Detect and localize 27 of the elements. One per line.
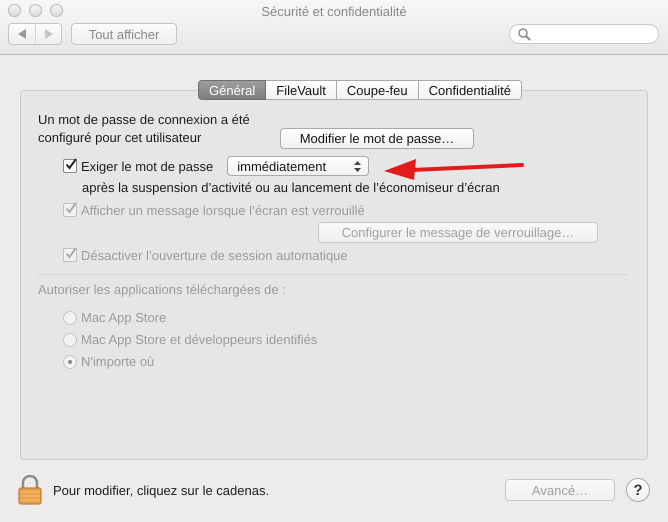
delay-dropdown[interactable]: immédiatement — [227, 156, 370, 176]
checkbox-label: Exiger le mot de passe — [81, 158, 214, 174]
tab[interactable]: Confidentialité — [418, 80, 522, 100]
padlock-icon[interactable] — [18, 475, 42, 505]
checkbox-label: Désactiver l’ouverture de session automatique — [81, 248, 348, 262]
tab[interactable]: FileVault — [266, 80, 337, 100]
minimize-button[interactable] — [29, 4, 42, 17]
password-note: Un mot de passe de connexion a été configuré pour cet utilisateur — [38, 111, 251, 147]
close-button[interactable] — [8, 4, 21, 17]
zoom-button[interactable] — [50, 4, 63, 17]
left-triangle-icon — [18, 29, 26, 39]
change-password-button[interactable]: Modifier le mot de passe… — [280, 128, 474, 149]
section-label: Autoriser les applications téléchargées de : — [38, 282, 287, 299]
updown-arrows-icon — [354, 160, 362, 172]
lock-message: Pour modifier, cliquez sur le cadenas. — [53, 482, 270, 498]
tab[interactable]: Coupe-feu — [336, 80, 419, 100]
require-password-note: après la suspension d’activité ou au lancement de l’économiseur d’écran — [82, 179, 501, 197]
right-triangle-icon — [44, 29, 53, 39]
checkbox-label: Afficher un message lorsque l’écran est verrouillé — [81, 202, 365, 218]
help-button[interactable]: ? — [626, 478, 650, 502]
window-title: Sécurité et confidentialité — [261, 3, 407, 19]
search-icon — [518, 28, 531, 40]
radio-label: Mac App Store et développeurs identifiés — [81, 332, 318, 347]
search-field[interactable] — [509, 24, 659, 44]
radio-label: N'importe où — [81, 354, 154, 369]
checkbox[interactable] — [63, 159, 77, 173]
radio-label: Mac App Store — [81, 310, 166, 325]
